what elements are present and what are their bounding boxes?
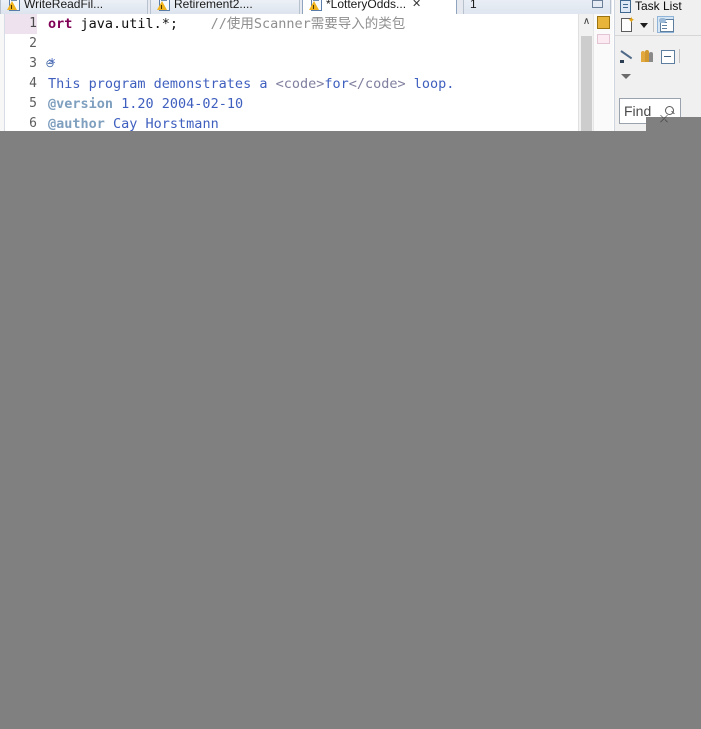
editor-tab-1[interactable]: 1 (463, 0, 611, 14)
editor-tab-label: *LotteryOdds... (326, 0, 407, 11)
code-token: //使用Scanner需要导入的类包 (210, 16, 406, 32)
task-list-toolbar-row-1: ✦ (615, 14, 701, 36)
editor-tab-lotteryodds[interactable]: *LotteryOdds... ✕ (302, 0, 457, 14)
editor-tab-label: 1 (470, 0, 477, 11)
collapse-all-button[interactable] (659, 48, 676, 65)
editor-tab-retirement2[interactable]: Retirement2.... (150, 0, 300, 14)
code-token: This program demonstrates a (48, 76, 276, 92)
code-token: <code> (275, 76, 325, 92)
editor-tab-bar: WriteReadFil... Retirement2.... *Lottery… (0, 0, 612, 14)
warning-marker-icon[interactable] (597, 16, 610, 29)
focus-on-workweek-button[interactable] (619, 48, 636, 65)
task-list-icon (619, 0, 631, 13)
java-file-warning-icon (7, 0, 20, 11)
code-token: for (324, 76, 349, 92)
restore-icon[interactable] (591, 0, 604, 8)
editor-vertical-scrollbar[interactable]: ∧ (578, 14, 594, 133)
line-number: 4 (29, 76, 37, 91)
task-list-view: Task List ✦ Find (614, 0, 701, 133)
code-token: </code> (348, 76, 406, 92)
editor-tab-writereadfile[interactable]: WriteReadFil... (0, 0, 148, 14)
eclipse-ide-window: WriteReadFil... Retirement2.... *Lottery… (0, 0, 701, 729)
line-number-column: 123456 (5, 14, 43, 133)
java-file-warning-icon (309, 0, 322, 11)
code-token: @author (48, 116, 105, 132)
line-number: 1 (5, 14, 37, 34)
mouse-cursor-icon: ⤫ (660, 114, 668, 125)
fold-collapse-icon[interactable]: ⊖ (44, 54, 56, 74)
scroll-up-arrow-icon[interactable]: ∧ (579, 14, 594, 29)
close-icon[interactable]: ✕ (412, 0, 421, 14)
code-text-area[interactable]: ort java.util.*; //使用Scanner需要导入的类包 * This… (48, 14, 583, 133)
code-line: ort java.util.*; //使用Scanner需要导入的类包 (48, 14, 405, 34)
toolbar-separator (679, 49, 680, 63)
gray-occluder-notch (646, 117, 701, 133)
code-line: This program demonstrates a <code>for</c… (48, 74, 454, 94)
task-list-title-label: Task List (635, 0, 682, 13)
line-number: 5 (29, 96, 37, 111)
editor-tab-label: Retirement2.... (174, 0, 253, 11)
code-line: @version 1.20 2004-02-10 (48, 94, 243, 114)
scrollbar-thumb[interactable] (581, 36, 592, 133)
line-number: 2 (29, 36, 37, 51)
sparkle-icon: ✦ (627, 15, 635, 25)
task-list-toolbar-row-3 (615, 68, 701, 86)
code-token: java.util.*; (72, 16, 211, 32)
line-number: 3 (29, 56, 37, 71)
view-menu-icon[interactable] (620, 71, 634, 83)
chevron-down-icon[interactable] (639, 16, 650, 33)
categorize-button[interactable] (657, 16, 674, 33)
task-list-toolbar-row-2 (615, 45, 701, 67)
task-list-title-bar[interactable]: Task List (615, 0, 682, 15)
code-token: Cay Horstmann (104, 116, 219, 132)
gray-occluder-overlay (0, 131, 701, 729)
show-all-people-button[interactable] (639, 48, 656, 65)
code-token: ort (48, 16, 73, 32)
new-task-button[interactable]: ✦ (619, 16, 636, 33)
editor-tab-label: WriteReadFil... (24, 0, 104, 11)
code-token: @version (48, 96, 114, 112)
code-canvas: 123456 ort java.util.*; //使用Scanner需要导入的… (0, 14, 612, 133)
java-file-warning-icon (157, 0, 170, 11)
code-token: loop. (405, 76, 455, 92)
editor-area: WriteReadFil... Retirement2.... *Lottery… (0, 0, 612, 133)
code-token: 1.20 2004-02-10 (113, 96, 244, 112)
occurrence-marker-icon[interactable] (597, 34, 610, 44)
editor-overview-ruler[interactable] (593, 14, 613, 133)
toolbar-separator (653, 17, 654, 32)
